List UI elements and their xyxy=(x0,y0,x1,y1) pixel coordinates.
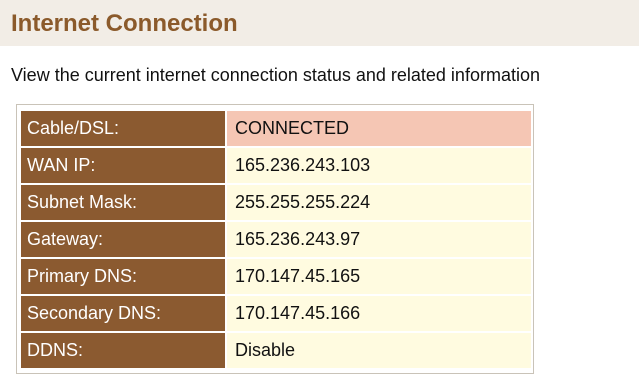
row-label: Subnet Mask: xyxy=(21,185,227,220)
connection-state-value: CONNECTED xyxy=(227,111,531,146)
row-label: WAN IP: xyxy=(21,148,227,183)
row-label: DDNS: xyxy=(21,333,227,368)
row-label: Secondary DNS: xyxy=(21,296,227,331)
table-row-subnet-mask: Subnet Mask: 255.255.255.224 xyxy=(21,185,531,220)
page-title: Internet Connection xyxy=(11,10,238,37)
wan-ip-value: 165.236.243.103 xyxy=(227,148,531,183)
table-row-wan-ip: WAN IP: 165.236.243.103 xyxy=(21,148,531,183)
ddns-value: Disable xyxy=(227,333,531,368)
connection-status-panel: Cable/DSL: CONNECTED WAN IP: 165.236.243… xyxy=(16,104,534,374)
gateway-value: 165.236.243.97 xyxy=(227,222,531,257)
table-row-cable-dsl: Cable/DSL: CONNECTED xyxy=(21,111,531,146)
row-label: Cable/DSL: xyxy=(21,111,227,146)
table-row-ddns: DDNS: Disable xyxy=(21,333,531,368)
subnet-mask-value: 255.255.255.224 xyxy=(227,185,531,220)
row-label: Primary DNS: xyxy=(21,259,227,294)
title-bar: Internet Connection xyxy=(0,0,639,46)
row-label: Gateway: xyxy=(21,222,227,257)
table-row-secondary-dns: Secondary DNS: 170.147.45.166 xyxy=(21,296,531,331)
primary-dns-value: 170.147.45.165 xyxy=(227,259,531,294)
table-row-gateway: Gateway: 165.236.243.97 xyxy=(21,222,531,257)
page-description: View the current internet connection sta… xyxy=(11,65,540,85)
secondary-dns-value: 170.147.45.166 xyxy=(227,296,531,331)
table-row-primary-dns: Primary DNS: 170.147.45.165 xyxy=(21,259,531,294)
connection-status-table: Cable/DSL: CONNECTED WAN IP: 165.236.243… xyxy=(21,109,531,370)
